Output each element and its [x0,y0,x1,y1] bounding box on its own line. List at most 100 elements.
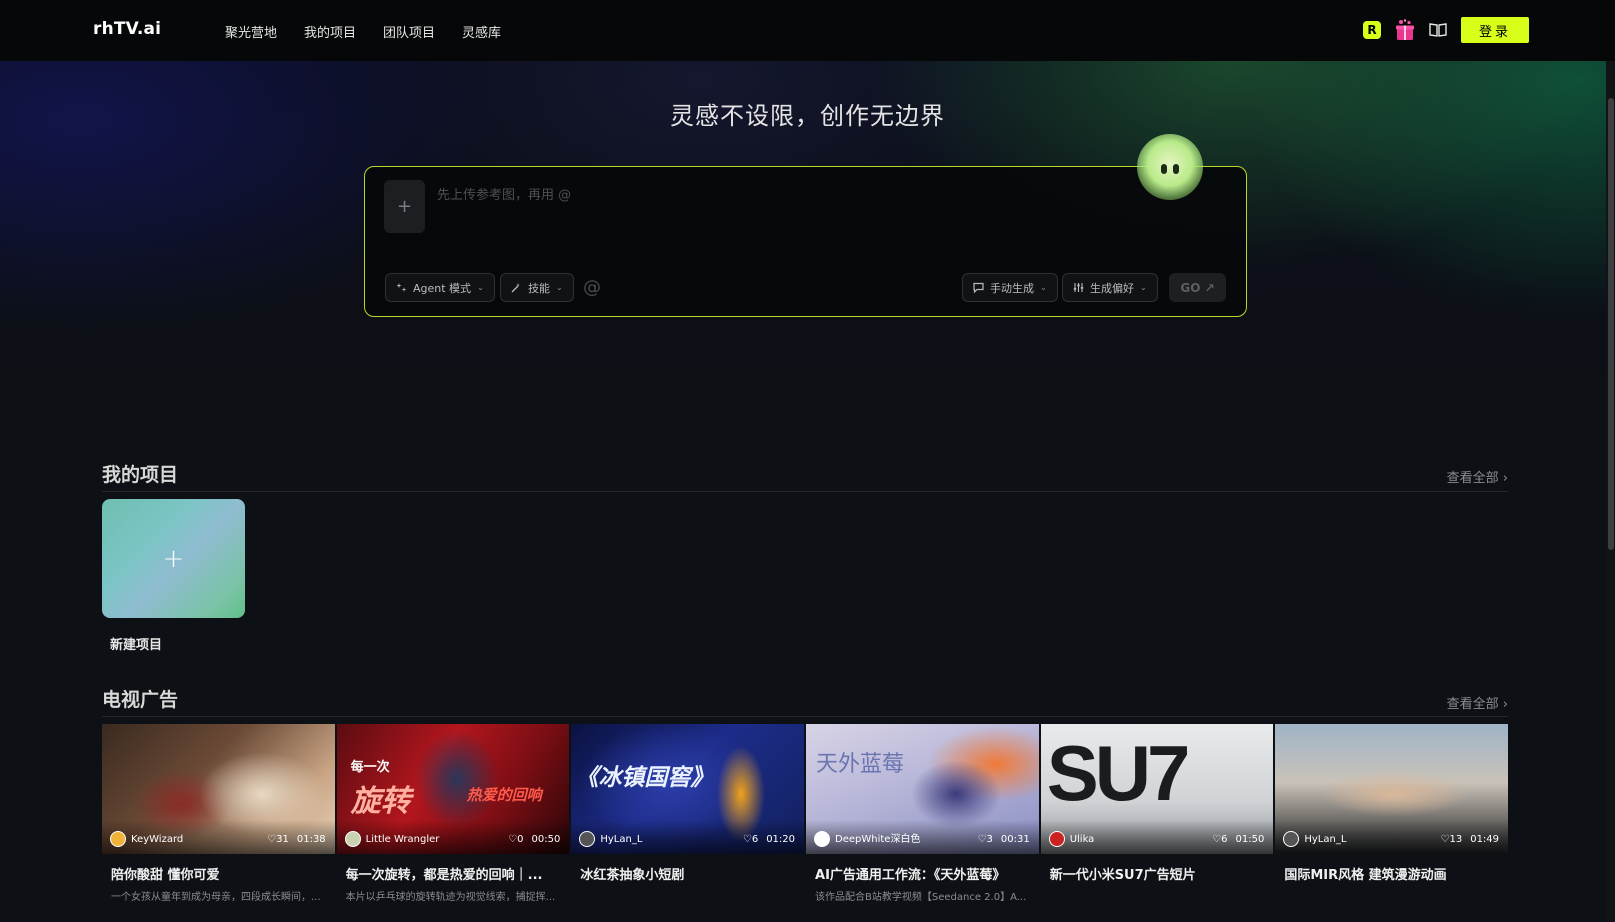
nav-link-team-projects[interactable]: 团队项目 [383,22,435,41]
card-text-row: 陪你酸甜 懂你可爱 一个女孩从童年到成为母亲，四段成长瞬间，... 每一次旋转，… [102,864,1508,903]
upload-reference-button[interactable]: + [384,180,425,233]
mascot-icon[interactable] [1137,134,1203,200]
card-stats: ♡13 01:49 [1441,834,1500,845]
card-title[interactable]: 陪你酸甜 懂你可爱 [111,864,327,883]
thumbnail-text: 热爱的回响 [466,786,542,804]
like-count: 13 [1449,834,1463,845]
avatar [1048,831,1065,847]
top-nav: rhTV.ai 聚光营地 我的项目 团队项目 灵感库 R 登录 [0,0,1615,61]
heart-icon: ♡ [267,834,277,845]
magic-wand-icon [511,283,520,293]
card-title[interactable]: 国际MIR风格 建筑漫游动画 [1284,864,1500,883]
nav-actions: R 登录 [1363,17,1529,43]
card-text[interactable]: 冰红茶抽象小短剧 [571,864,804,903]
video-card[interactable]: 旋转 每一次 热爱的回响 Little Wrangler ♡0 00:50 [336,724,570,854]
card-text[interactable]: 国际MIR风格 建筑漫游动画 [1275,864,1508,903]
duration: 01:49 [1470,834,1500,845]
agent-mode-label: Agent 模式 [413,281,472,295]
nav-link-spotlight[interactable]: 聚光营地 [225,22,277,41]
tv-ads-see-all-link[interactable]: 查看全部 › [1447,693,1508,712]
my-projects-title: 我的项目 [102,464,179,486]
heart-icon: ♡ [1212,834,1222,845]
prompt-input[interactable]: 先上传参考图，再用 @ [437,184,571,203]
new-project-label[interactable]: 新建项目 [110,634,162,653]
card-stats: ♡3 00:31 [978,834,1030,845]
card-author: KeyWizard [131,834,184,845]
agent-mode-dropdown[interactable]: Agent 模式 ⌄ [385,273,495,302]
duration: 01:20 [766,834,796,845]
go-button[interactable]: GO ↗ [1169,273,1226,302]
manual-generate-dropdown[interactable]: 手动生成 ⌄ [962,273,1058,302]
section-divider [102,716,1508,717]
mascot-eye [1161,164,1167,174]
duration: 00:31 [1000,834,1030,845]
card-title[interactable]: 每一次旋转，都是热爱的回响｜... [346,864,562,883]
chat-bubble-icon [973,282,984,293]
login-button[interactable]: 登录 [1461,17,1529,43]
card-text[interactable]: 每一次旋转，都是热爱的回响｜... 本片以乒乓球的旋转轨迹为视觉线索，捕捉挥..… [337,864,570,903]
card-text[interactable]: 新一代小米SU7广告短片 [1041,864,1274,903]
nav-link-inspiration[interactable]: 灵感库 [462,22,501,41]
video-card[interactable]: HyLan_L ♡13 01:49 [1275,724,1509,854]
card-title[interactable]: AI广告通用工作流：《天外蓝莓》 [815,864,1031,883]
card-text[interactable]: AI广告通用工作流：《天外蓝莓》 该作品配合B站教学视频【Seedance 2.… [806,864,1039,903]
tv-ads-title: 电视广告 [102,689,179,711]
like-count: 6 [751,834,759,845]
logo[interactable]: rhTV.ai [93,19,161,39]
duration: 01:50 [1235,834,1265,845]
card-stats: ♡0 00:50 [508,834,560,845]
section-divider [102,491,1508,492]
card-text[interactable]: 陪你酸甜 懂你可爱 一个女孩从童年到成为母亲，四段成长瞬间，... [102,864,335,903]
card-author: Ulika [1069,834,1095,845]
card-title[interactable]: 新一代小米SU7广告短片 [1050,864,1266,883]
card-stats: ♡31 01:38 [267,834,326,845]
at-mention-icon[interactable]: @ [583,277,601,298]
like-count: 31 [276,834,289,845]
card-author: HyLan_L [600,834,643,845]
card-author: Little Wrangler [365,834,440,845]
manual-generate-label: 手动生成 [990,281,1034,295]
my-projects-see-all-link[interactable]: 查看全部 › [1447,467,1508,486]
gift-icon[interactable] [1395,19,1415,41]
card-description: 该作品配合B站教学视频【Seedance 2.0】A... [815,892,1027,903]
video-card[interactable]: KeyWizard ♡31 01:38 [102,724,335,854]
sparkle-icon [396,283,407,292]
sliders-icon [1073,283,1084,292]
video-card[interactable]: SU7 Ulika ♡6 01:50 [1040,724,1274,854]
duration: 00:50 [531,834,561,845]
thumbnail-text: 《冰镇国窖》 [575,765,714,791]
thumbnail-text: 天外蓝莓 [816,752,905,777]
chevron-down-icon: ⌄ [1040,283,1047,292]
book-icon[interactable] [1429,22,1447,38]
chevron-down-icon: ⌄ [1140,283,1147,292]
heart-icon: ♡ [508,834,518,845]
thumbnail-text: 旋转 [350,784,411,819]
nav-link-my-projects[interactable]: 我的项目 [304,22,356,41]
card-title[interactable]: 冰红茶抽象小短剧 [580,864,796,883]
like-count: 0 [517,834,524,845]
card-description: 本片以乒乓球的旋转轨迹为视觉线索，捕捉挥... [345,892,556,903]
hero-title: 灵感不设限，创作无边界 [670,102,945,130]
like-count: 6 [1221,834,1228,845]
skills-dropdown[interactable]: 技能 ⌄ [500,273,574,302]
r-badge-icon[interactable]: R [1363,21,1381,39]
card-author: DeepWhite深白色 [835,834,921,845]
preference-dropdown[interactable]: 生成偏好 ⌄ [1062,273,1158,302]
thumbnail-text: SU7 [1046,729,1191,817]
thumbnail-text: 每一次 [350,760,390,775]
nav-links: 聚光营地 我的项目 团队项目 灵感库 [225,22,528,41]
mascot-eye [1173,164,1179,174]
card-stats: ♡6 01:50 [1212,834,1264,845]
scrollbar-thumb[interactable] [1608,98,1614,550]
video-card[interactable]: 《冰镇国窖》 HyLan_L ♡6 01:20 [571,724,805,854]
new-project-button[interactable]: + [102,499,245,618]
card-author: HyLan_L [1304,834,1347,845]
skills-label: 技能 [528,281,550,295]
prompt-box[interactable]: + 先上传参考图，再用 @ Agent 模式 ⌄ 技能 ⌄ @ 手动生成 ⌄ 生… [364,166,1247,317]
card-description: 一个女孩从童年到成为母亲，四段成长瞬间，... [111,892,321,903]
avatar [814,831,831,847]
heart-icon: ♡ [742,834,752,845]
duration: 01:38 [296,834,326,845]
video-card[interactable]: 天外蓝莓 DeepWhite深白色 ♡3 00:31 [806,724,1039,854]
preference-label: 生成偏好 [1090,281,1134,295]
